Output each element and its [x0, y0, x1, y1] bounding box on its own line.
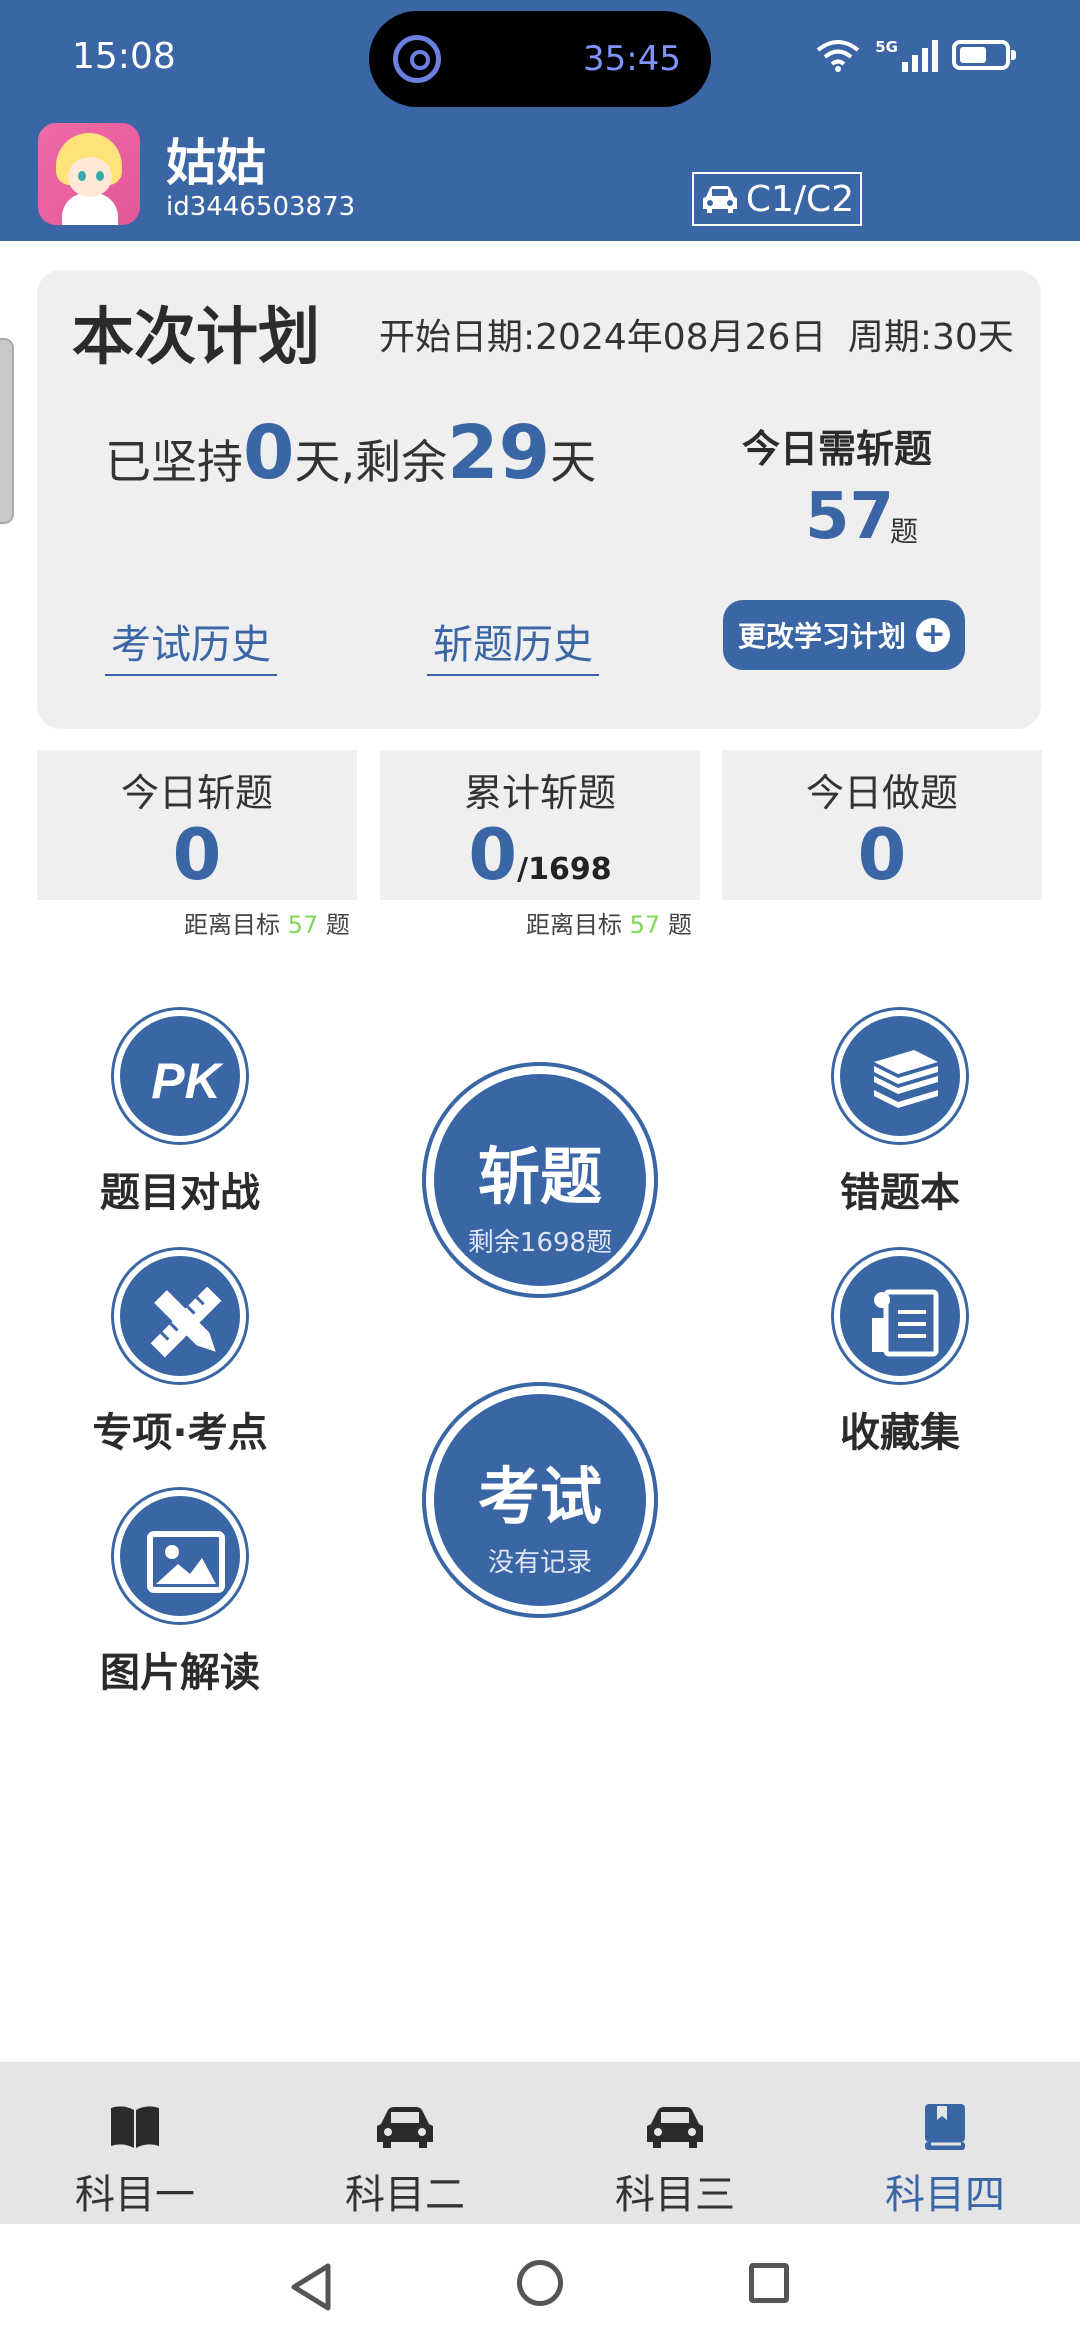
app-header: 15:08 35:45 5G 姑姑 id3446503873 C1/C2: [0, 0, 1080, 241]
total-cut-goal: 距离目标 57 题: [526, 911, 692, 939]
stat-value: 0: [857, 814, 907, 896]
stat-label: 今日做题: [805, 771, 958, 815]
avatar[interactable]: [38, 123, 140, 225]
nav-label: 科目四: [885, 2172, 1005, 2218]
home-icon[interactable]: [517, 2260, 563, 2306]
special-topic-label: 专项·考点: [92, 1410, 268, 1456]
today-need-unit: 题: [890, 515, 919, 548]
stat-label: 累计斩题: [463, 771, 616, 815]
plan-title: 本次计划: [72, 300, 321, 373]
stat-value: 0: [172, 814, 222, 896]
license-type-button[interactable]: C1/C2: [692, 172, 862, 226]
persist-summary: 已坚持0天,剩余29天: [105, 410, 597, 496]
exam-title: 考试: [477, 1460, 602, 1533]
license-label: C1/C2: [745, 178, 855, 220]
system-nav-bar: [0, 2224, 1080, 2340]
car-icon: [540, 2102, 810, 2154]
cut-questions-button[interactable]: 斩题 剩余1698题: [426, 1066, 654, 1294]
remaining-days: 29: [447, 410, 551, 496]
wrong-book-button[interactable]: 错题本: [760, 1010, 1040, 1218]
cut-history-link[interactable]: 斩题历史: [427, 612, 599, 676]
document-award-icon: [834, 1250, 966, 1382]
user-id: id3446503873: [166, 192, 356, 222]
image-icon: [114, 1490, 246, 1622]
network-type: 5G: [875, 38, 898, 56]
today-cut-goal: 距离目标 57 题: [184, 911, 350, 939]
island-activity-icon: [393, 35, 441, 83]
stat-label: 今日斩题: [120, 771, 273, 815]
side-drawer-handle[interactable]: [0, 338, 14, 524]
change-plan-button[interactable]: 更改学习计划 +: [723, 600, 965, 670]
nav-item-subject3[interactable]: 科目三: [540, 2062, 810, 2224]
cut-title: 斩题: [477, 1140, 602, 1213]
books-icon: [834, 1010, 966, 1142]
pk-label: 题目对战: [100, 1170, 260, 1216]
nav-label: 科目三: [615, 2172, 735, 2218]
plan-period: 30天: [931, 317, 1014, 358]
pk-battle-button[interactable]: PK 题目对战: [40, 1010, 320, 1218]
today-need-label: 今日需斩题: [742, 427, 933, 471]
status-icons: 5G: [815, 38, 1016, 72]
status-time: 15:08: [72, 36, 176, 77]
plan-meta: 开始日期:2024年08月26日 周期:30天: [379, 317, 1014, 358]
nav-item-subject2[interactable]: 科目二: [270, 2062, 540, 2224]
persist-days: 0: [243, 410, 295, 496]
nav-item-subject4[interactable]: 科目四: [810, 2062, 1080, 2224]
nav-label: 科目一: [75, 2172, 195, 2218]
dynamic-island[interactable]: 35:45: [369, 11, 711, 107]
today-done-stat: 今日做题 0: [722, 750, 1042, 900]
exam-subtitle: 没有记录: [487, 1548, 592, 1578]
nav-label: 科目二: [345, 2172, 465, 2218]
today-cut-stat: 今日斩题 0: [37, 750, 357, 900]
cut-subtitle: 剩余1698题: [467, 1228, 613, 1258]
battery-icon: [952, 40, 1016, 70]
back-icon[interactable]: [288, 2262, 334, 2312]
nav-item-subject1[interactable]: 科目一: [0, 2062, 270, 2224]
favorites-label: 收藏集: [840, 1410, 960, 1456]
island-timer: 35:45: [583, 39, 681, 79]
recent-apps-icon[interactable]: [749, 2263, 789, 2303]
book-icon: [810, 2102, 1080, 2154]
stat-value: 0/1698: [468, 814, 612, 896]
plan-start-date: 2024年08月26日: [535, 317, 827, 358]
total-cut-stat: 累计斩题 0/1698: [380, 750, 700, 900]
study-plan-card: 本次计划 开始日期:2024年08月26日 周期:30天 已坚持0天,剩余29天…: [37, 270, 1041, 729]
stat-total: /1698: [517, 852, 612, 887]
signal-icon: [902, 38, 938, 72]
special-topic-button[interactable]: 专项·考点: [40, 1250, 320, 1458]
favorites-button[interactable]: 收藏集: [760, 1250, 1040, 1458]
wrong-book-label: 错题本: [840, 1170, 960, 1216]
exam-history-link[interactable]: 考试历史: [105, 612, 277, 676]
book-open-icon: [0, 2102, 270, 2154]
user-name: 姑姑: [166, 134, 266, 192]
picture-reading-button[interactable]: 图片解读: [40, 1490, 320, 1698]
wifi-icon: [817, 40, 860, 72]
car-icon: [270, 2102, 540, 2154]
today-need-value: 57: [805, 480, 895, 554]
pk-icon: PK: [114, 1010, 246, 1142]
exam-button[interactable]: 考试 没有记录: [426, 1386, 654, 1614]
pencil-ruler-icon: [114, 1250, 246, 1382]
svg-text:PK: PK: [151, 1053, 224, 1109]
picture-reading-label: 图片解读: [100, 1650, 260, 1696]
car-icon: [702, 186, 737, 213]
bottom-nav: 科目一 科目二 科目三 科目四: [0, 2062, 1080, 2224]
change-plan-label: 更改学习计划: [737, 620, 906, 653]
plus-icon: +: [916, 618, 950, 652]
